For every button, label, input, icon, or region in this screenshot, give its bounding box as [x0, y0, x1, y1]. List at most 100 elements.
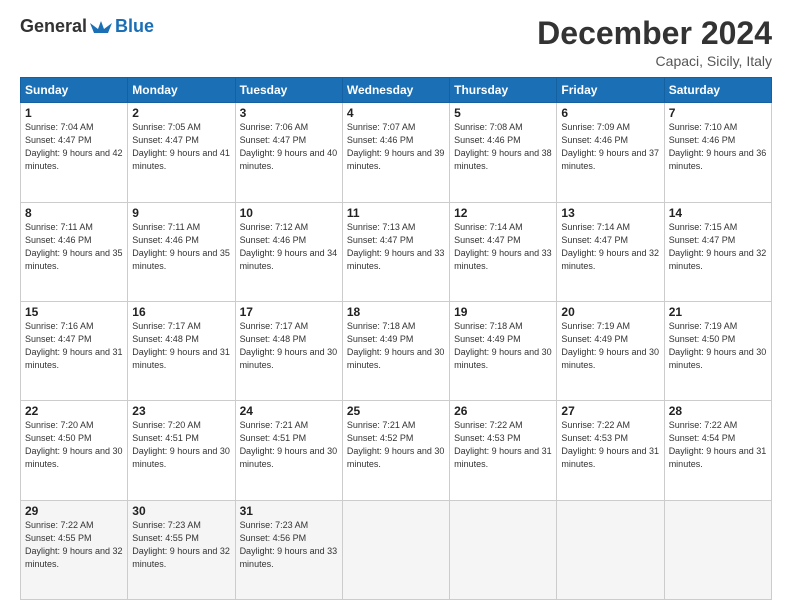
day-cell: 4Sunrise: 7:07 AMSunset: 4:46 PMDaylight… — [342, 103, 449, 202]
day-cell: 22Sunrise: 7:20 AMSunset: 4:50 PMDayligh… — [21, 401, 128, 500]
day-cell: 25Sunrise: 7:21 AMSunset: 4:52 PMDayligh… — [342, 401, 449, 500]
day-cell: 12Sunrise: 7:14 AMSunset: 4:47 PMDayligh… — [450, 202, 557, 301]
day-cell: 19Sunrise: 7:18 AMSunset: 4:49 PMDayligh… — [450, 301, 557, 400]
day-number: 5 — [454, 106, 552, 120]
day-number: 1 — [25, 106, 123, 120]
day-number: 30 — [132, 504, 230, 518]
week-row-4: 22Sunrise: 7:20 AMSunset: 4:50 PMDayligh… — [21, 401, 772, 500]
day-info: Sunrise: 7:22 AMSunset: 4:54 PMDaylight:… — [669, 419, 767, 471]
day-cell: 29Sunrise: 7:22 AMSunset: 4:55 PMDayligh… — [21, 500, 128, 599]
logo: General Blue — [20, 16, 154, 37]
day-number: 3 — [240, 106, 338, 120]
week-row-5: 29Sunrise: 7:22 AMSunset: 4:55 PMDayligh… — [21, 500, 772, 599]
day-cell: 9Sunrise: 7:11 AMSunset: 4:46 PMDaylight… — [128, 202, 235, 301]
day-number: 16 — [132, 305, 230, 319]
day-number: 18 — [347, 305, 445, 319]
day-cell: 31Sunrise: 7:23 AMSunset: 4:56 PMDayligh… — [235, 500, 342, 599]
day-info: Sunrise: 7:16 AMSunset: 4:47 PMDaylight:… — [25, 320, 123, 372]
day-number: 7 — [669, 106, 767, 120]
day-cell — [450, 500, 557, 599]
day-info: Sunrise: 7:12 AMSunset: 4:46 PMDaylight:… — [240, 221, 338, 273]
day-cell — [664, 500, 771, 599]
day-info: Sunrise: 7:20 AMSunset: 4:50 PMDaylight:… — [25, 419, 123, 471]
weekday-saturday: Saturday — [664, 78, 771, 103]
day-cell: 20Sunrise: 7:19 AMSunset: 4:49 PMDayligh… — [557, 301, 664, 400]
day-info: Sunrise: 7:19 AMSunset: 4:49 PMDaylight:… — [561, 320, 659, 372]
day-number: 4 — [347, 106, 445, 120]
day-cell — [557, 500, 664, 599]
day-cell: 17Sunrise: 7:17 AMSunset: 4:48 PMDayligh… — [235, 301, 342, 400]
day-cell: 21Sunrise: 7:19 AMSunset: 4:50 PMDayligh… — [664, 301, 771, 400]
day-cell: 30Sunrise: 7:23 AMSunset: 4:55 PMDayligh… — [128, 500, 235, 599]
day-info: Sunrise: 7:14 AMSunset: 4:47 PMDaylight:… — [561, 221, 659, 273]
day-info: Sunrise: 7:08 AMSunset: 4:46 PMDaylight:… — [454, 121, 552, 173]
day-cell: 1Sunrise: 7:04 AMSunset: 4:47 PMDaylight… — [21, 103, 128, 202]
logo-text: General Blue — [20, 16, 154, 37]
logo-blue: Blue — [115, 16, 154, 37]
weekday-wednesday: Wednesday — [342, 78, 449, 103]
day-info: Sunrise: 7:19 AMSunset: 4:50 PMDaylight:… — [669, 320, 767, 372]
week-row-1: 1Sunrise: 7:04 AMSunset: 4:47 PMDaylight… — [21, 103, 772, 202]
day-info: Sunrise: 7:11 AMSunset: 4:46 PMDaylight:… — [25, 221, 123, 273]
weekday-sunday: Sunday — [21, 78, 128, 103]
week-row-2: 8Sunrise: 7:11 AMSunset: 4:46 PMDaylight… — [21, 202, 772, 301]
day-number: 26 — [454, 404, 552, 418]
page: General Blue December 2024 Capaci, Sicil… — [0, 0, 792, 612]
day-info: Sunrise: 7:14 AMSunset: 4:47 PMDaylight:… — [454, 221, 552, 273]
day-cell: 5Sunrise: 7:08 AMSunset: 4:46 PMDaylight… — [450, 103, 557, 202]
day-info: Sunrise: 7:21 AMSunset: 4:51 PMDaylight:… — [240, 419, 338, 471]
day-cell: 11Sunrise: 7:13 AMSunset: 4:47 PMDayligh… — [342, 202, 449, 301]
day-info: Sunrise: 7:23 AMSunset: 4:56 PMDaylight:… — [240, 519, 338, 571]
day-number: 14 — [669, 206, 767, 220]
day-number: 19 — [454, 305, 552, 319]
day-number: 31 — [240, 504, 338, 518]
day-cell: 8Sunrise: 7:11 AMSunset: 4:46 PMDaylight… — [21, 202, 128, 301]
day-info: Sunrise: 7:21 AMSunset: 4:52 PMDaylight:… — [347, 419, 445, 471]
day-number: 22 — [25, 404, 123, 418]
day-number: 15 — [25, 305, 123, 319]
day-info: Sunrise: 7:07 AMSunset: 4:46 PMDaylight:… — [347, 121, 445, 173]
day-info: Sunrise: 7:06 AMSunset: 4:47 PMDaylight:… — [240, 121, 338, 173]
weekday-tuesday: Tuesday — [235, 78, 342, 103]
logo-icon — [90, 19, 112, 35]
day-number: 28 — [669, 404, 767, 418]
day-info: Sunrise: 7:09 AMSunset: 4:46 PMDaylight:… — [561, 121, 659, 173]
day-cell: 2Sunrise: 7:05 AMSunset: 4:47 PMDaylight… — [128, 103, 235, 202]
weekday-header-row: SundayMondayTuesdayWednesdayThursdayFrid… — [21, 78, 772, 103]
day-info: Sunrise: 7:18 AMSunset: 4:49 PMDaylight:… — [347, 320, 445, 372]
weekday-monday: Monday — [128, 78, 235, 103]
day-info: Sunrise: 7:23 AMSunset: 4:55 PMDaylight:… — [132, 519, 230, 571]
day-info: Sunrise: 7:22 AMSunset: 4:53 PMDaylight:… — [561, 419, 659, 471]
day-info: Sunrise: 7:20 AMSunset: 4:51 PMDaylight:… — [132, 419, 230, 471]
day-info: Sunrise: 7:04 AMSunset: 4:47 PMDaylight:… — [25, 121, 123, 173]
day-info: Sunrise: 7:15 AMSunset: 4:47 PMDaylight:… — [669, 221, 767, 273]
day-cell: 24Sunrise: 7:21 AMSunset: 4:51 PMDayligh… — [235, 401, 342, 500]
day-cell: 16Sunrise: 7:17 AMSunset: 4:48 PMDayligh… — [128, 301, 235, 400]
month-title: December 2024 — [537, 16, 772, 51]
day-number: 10 — [240, 206, 338, 220]
day-number: 13 — [561, 206, 659, 220]
day-cell: 27Sunrise: 7:22 AMSunset: 4:53 PMDayligh… — [557, 401, 664, 500]
day-cell — [342, 500, 449, 599]
day-info: Sunrise: 7:17 AMSunset: 4:48 PMDaylight:… — [132, 320, 230, 372]
day-info: Sunrise: 7:17 AMSunset: 4:48 PMDaylight:… — [240, 320, 338, 372]
day-cell: 18Sunrise: 7:18 AMSunset: 4:49 PMDayligh… — [342, 301, 449, 400]
weekday-friday: Friday — [557, 78, 664, 103]
day-number: 23 — [132, 404, 230, 418]
day-cell: 23Sunrise: 7:20 AMSunset: 4:51 PMDayligh… — [128, 401, 235, 500]
day-cell: 26Sunrise: 7:22 AMSunset: 4:53 PMDayligh… — [450, 401, 557, 500]
day-number: 2 — [132, 106, 230, 120]
calendar-table: SundayMondayTuesdayWednesdayThursdayFrid… — [20, 77, 772, 600]
weekday-thursday: Thursday — [450, 78, 557, 103]
logo-general: General — [20, 16, 87, 37]
day-number: 25 — [347, 404, 445, 418]
day-number: 6 — [561, 106, 659, 120]
day-number: 21 — [669, 305, 767, 319]
day-number: 24 — [240, 404, 338, 418]
day-cell: 13Sunrise: 7:14 AMSunset: 4:47 PMDayligh… — [557, 202, 664, 301]
day-cell: 7Sunrise: 7:10 AMSunset: 4:46 PMDaylight… — [664, 103, 771, 202]
day-number: 17 — [240, 305, 338, 319]
day-number: 8 — [25, 206, 123, 220]
day-number: 27 — [561, 404, 659, 418]
title-block: December 2024 Capaci, Sicily, Italy — [537, 16, 772, 69]
